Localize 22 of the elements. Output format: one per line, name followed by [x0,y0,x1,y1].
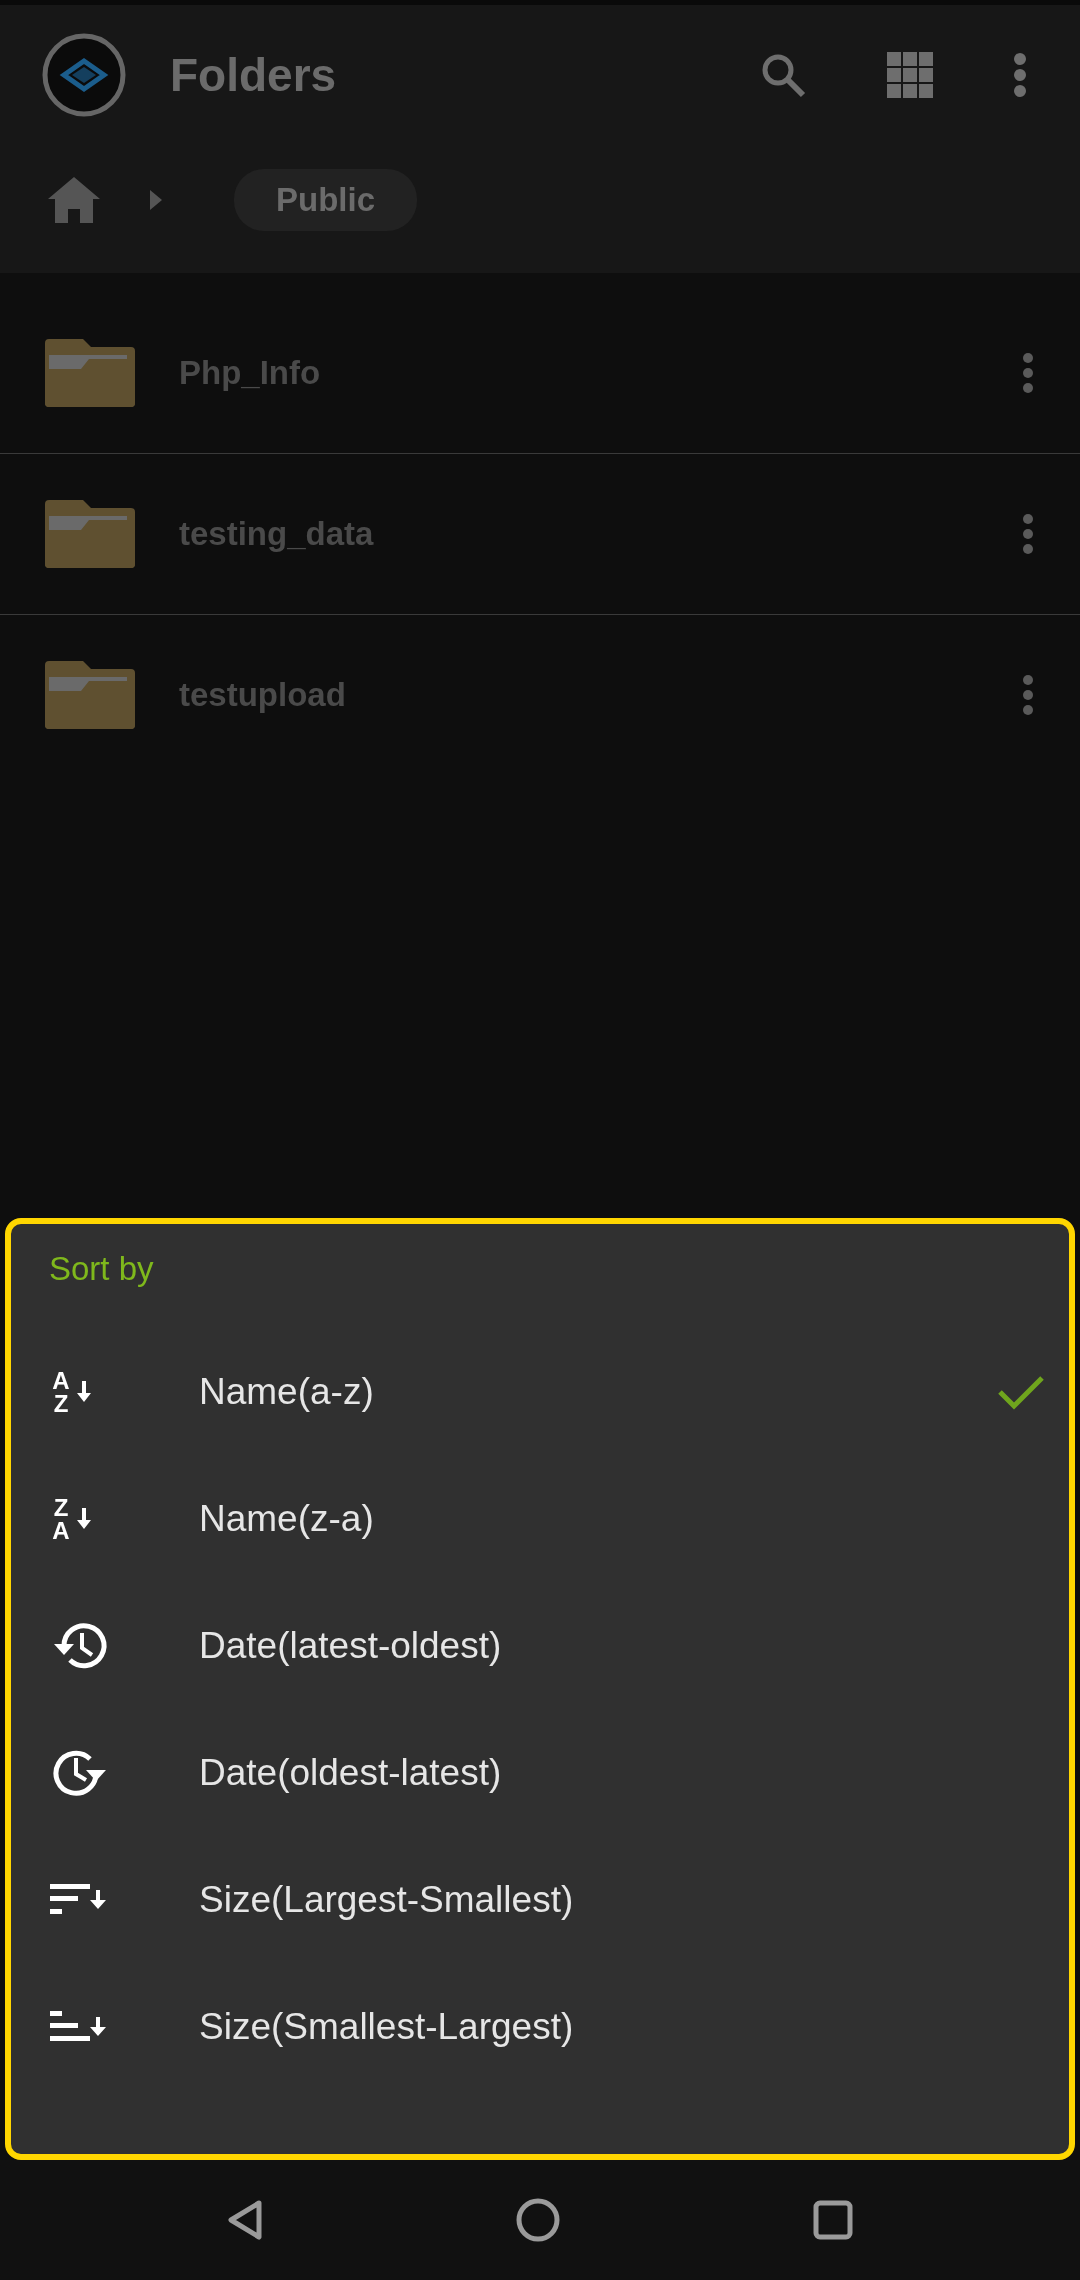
more-options-icon[interactable] [1013,53,1027,97]
sort-option[interactable]: Date(latest-oldest) [49,1582,1045,1709]
app-logo-icon [42,33,126,117]
recents-icon[interactable] [813,2200,854,2240]
folder-icon [45,500,135,568]
sheet-title: Sort by [49,1250,155,1289]
folder-icon [45,339,135,407]
more-options-icon[interactable] [1022,353,1034,393]
sort-option[interactable]: Z A Name(z-a) [49,1455,1045,1582]
sort-option[interactable]: A Z Name(a-z) [49,1328,1045,1455]
grid-view-icon[interactable] [887,52,933,98]
more-options-icon[interactable] [1022,675,1034,715]
back-icon[interactable] [226,2200,263,2240]
home-button-icon[interactable] [516,2198,560,2242]
folder-icon [45,661,135,729]
home-icon[interactable] [48,177,100,223]
caret-icon [150,190,162,210]
sort-option[interactable]: Size(Largest-Smallest) [49,1836,1045,1963]
sort-option[interactable]: Size(Smallest-Largest) [49,1963,1045,2090]
app-title: Folders [170,48,338,102]
sort-option[interactable]: Date(oldest-latest) [49,1709,1045,1836]
more-options-icon[interactable] [1022,514,1034,554]
